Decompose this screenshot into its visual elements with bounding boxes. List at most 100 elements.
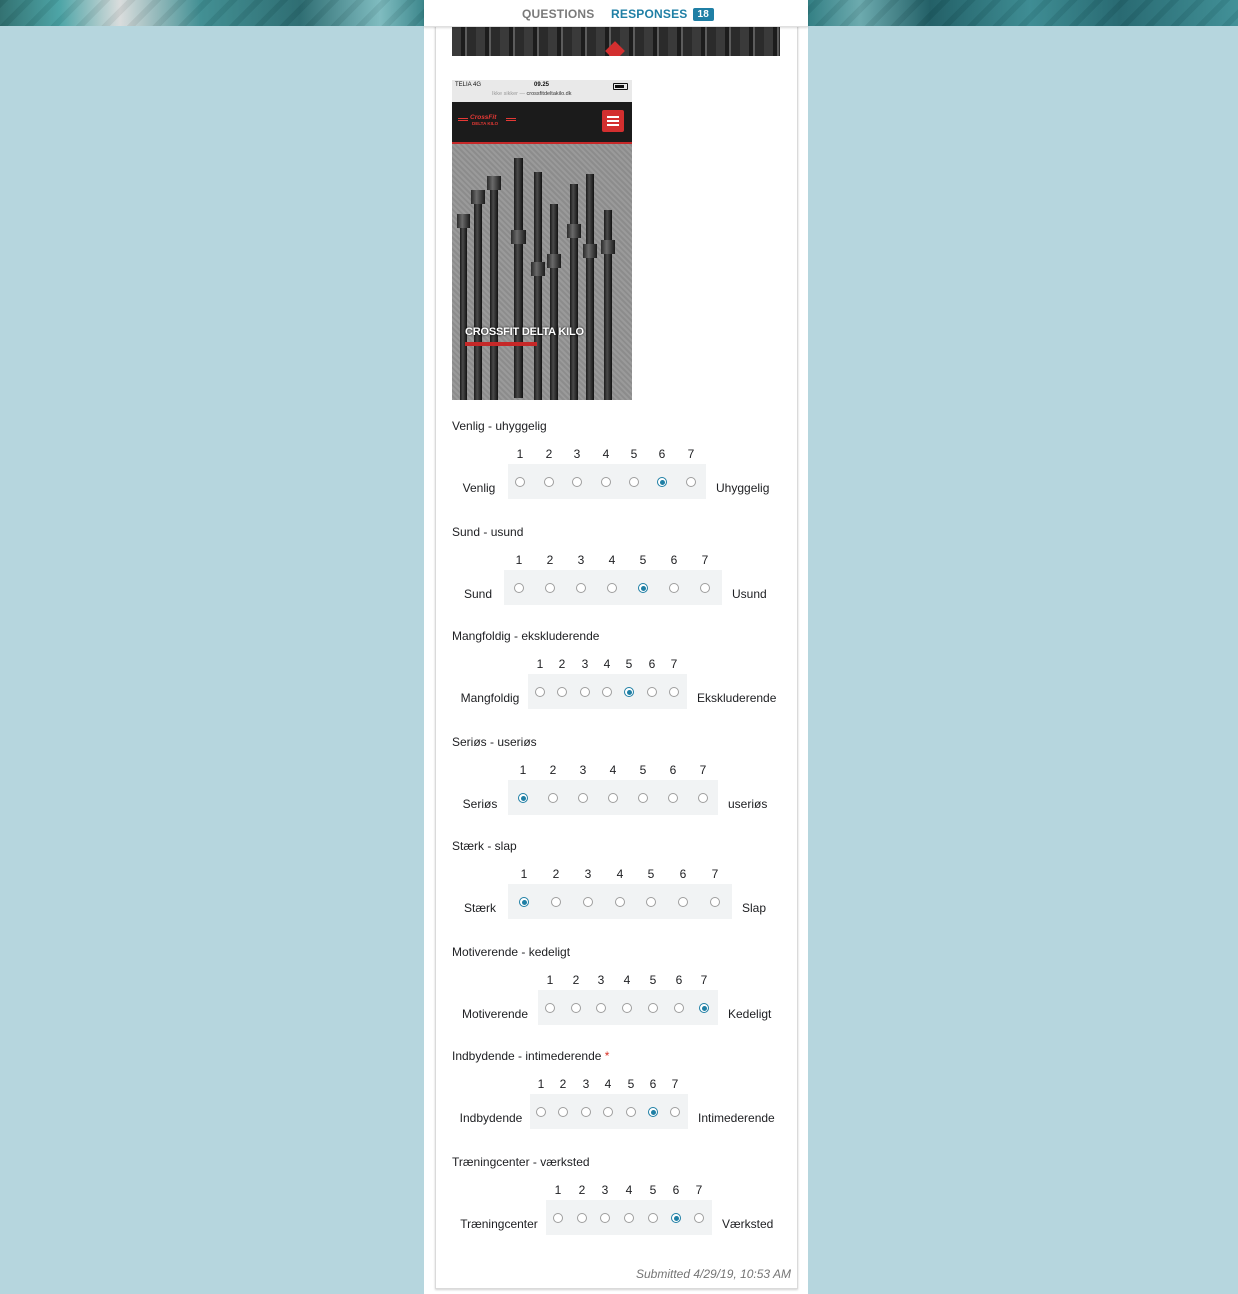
radio-selected[interactable] (657, 477, 667, 487)
radio-option[interactable] (674, 1003, 684, 1013)
radio-option[interactable] (576, 583, 586, 593)
radio-option[interactable] (670, 1107, 680, 1117)
radio-option[interactable] (544, 477, 554, 487)
scale-low-label: Motiverende (461, 1007, 529, 1021)
radio-option[interactable] (602, 687, 612, 697)
question-title-text: Venlig - uhyggelig (452, 419, 547, 433)
radio-option[interactable] (622, 1003, 632, 1013)
scale-low-label: Mangfoldig (460, 691, 520, 705)
radio-option[interactable] (571, 1003, 581, 1013)
radio-selected[interactable] (518, 793, 528, 803)
scale-high-label: useriøs (728, 797, 768, 811)
scale-number: 7 (671, 1077, 679, 1091)
scale-number: 6 (649, 1077, 657, 1091)
scale-number: 2 (546, 553, 554, 567)
radio-option[interactable] (596, 1003, 606, 1013)
radio-option[interactable] (624, 1213, 634, 1223)
radio-option[interactable] (572, 477, 582, 487)
radio-option[interactable] (686, 477, 696, 487)
question-title: Seriøs - useriøs (452, 735, 537, 749)
radio-option[interactable] (648, 1003, 658, 1013)
radio-option[interactable] (608, 793, 618, 803)
radio-selected[interactable] (699, 1003, 709, 1013)
radio-option[interactable] (647, 687, 657, 697)
radio-option[interactable] (580, 687, 590, 697)
radio-option[interactable] (646, 897, 656, 907)
radio-option[interactable] (603, 1107, 613, 1117)
radio-option[interactable] (557, 687, 567, 697)
radio-option[interactable] (668, 793, 678, 803)
radio-option[interactable] (553, 1213, 563, 1223)
radio-option[interactable] (678, 897, 688, 907)
scale-number: 2 (572, 973, 580, 987)
question-title-text: Stærk - slap (452, 839, 517, 853)
radio-option[interactable] (601, 477, 611, 487)
tab-questions[interactable]: QUESTIONS (522, 7, 594, 21)
radio-selected[interactable] (638, 583, 648, 593)
radio-option[interactable] (548, 793, 558, 803)
radio-option[interactable] (669, 687, 679, 697)
radio-option[interactable] (638, 793, 648, 803)
scale-high-label: Ekskluderende (697, 691, 777, 705)
scale-number: 4 (608, 553, 616, 567)
radio-option[interactable] (577, 1213, 587, 1223)
tab-responses[interactable]: RESPONSES 18 (611, 7, 715, 21)
scale-number: 4 (602, 447, 610, 461)
battery-icon (613, 83, 628, 90)
scale-number: 4 (609, 763, 617, 777)
radio-option[interactable] (694, 1213, 704, 1223)
scale-low-label: Træningcenter (460, 1217, 538, 1231)
scale-number: 3 (584, 867, 592, 881)
radio-option[interactable] (648, 1213, 658, 1223)
radio-option[interactable] (698, 793, 708, 803)
radio-option[interactable] (669, 583, 679, 593)
scale-number: 5 (630, 447, 638, 461)
submitted-timestamp: Submitted 4/29/19, 10:53 AM (636, 1267, 791, 1281)
radio-option[interactable] (615, 897, 625, 907)
question-title-text: Sund - usund (452, 525, 524, 539)
scale-number: 1 (546, 973, 554, 987)
radio-selected[interactable] (648, 1107, 658, 1117)
radio-option[interactable] (581, 1107, 591, 1117)
radio-option[interactable] (535, 687, 545, 697)
radio-option[interactable] (600, 1213, 610, 1223)
crossfit-logo: CrossFit DELTA KILO (458, 114, 516, 128)
radio-option[interactable] (545, 583, 555, 593)
tab-responses-label: RESPONSES (611, 7, 688, 21)
question-title: Indbydende - intimederende * (452, 1049, 609, 1063)
radio-option[interactable] (578, 793, 588, 803)
radio-option[interactable] (536, 1107, 546, 1117)
radio-option[interactable] (558, 1107, 568, 1117)
barbell-image-strip (452, 26, 780, 56)
question-title: Mangfoldig - ekskluderende (452, 629, 599, 643)
scale-number: 2 (578, 1183, 586, 1197)
radio-option[interactable] (545, 1003, 555, 1013)
radio-option[interactable] (626, 1107, 636, 1117)
scale-number: 6 (672, 1183, 680, 1197)
radio-selected[interactable] (519, 897, 529, 907)
scale-number: 3 (577, 553, 585, 567)
radio-selected[interactable] (671, 1213, 681, 1223)
scale-number: 1 (537, 1077, 545, 1091)
radio-option[interactable] (551, 897, 561, 907)
scale-number: 6 (670, 553, 678, 567)
scale-number: 4 (623, 973, 631, 987)
scale-number: 1 (519, 763, 527, 777)
radio-option[interactable] (710, 897, 720, 907)
phone-site-nav: CrossFit DELTA KILO (452, 102, 632, 144)
radio-selected[interactable] (624, 687, 634, 697)
radio-option[interactable] (515, 477, 525, 487)
form-tabs-bar: QUESTIONS RESPONSES 18 (424, 0, 808, 27)
radio-option[interactable] (629, 477, 639, 487)
scale-number: 6 (675, 973, 683, 987)
radio-option[interactable] (700, 583, 710, 593)
scale-number: 7 (700, 973, 708, 987)
radio-option[interactable] (583, 897, 593, 907)
scale-number: 1 (515, 553, 523, 567)
radio-option[interactable] (514, 583, 524, 593)
scale-high-label: Usund (732, 587, 767, 601)
logo-line2: DELTA KILO (472, 121, 499, 126)
radio-option[interactable] (607, 583, 617, 593)
scale-number: 3 (573, 447, 581, 461)
phone-hero-underline (465, 342, 537, 346)
